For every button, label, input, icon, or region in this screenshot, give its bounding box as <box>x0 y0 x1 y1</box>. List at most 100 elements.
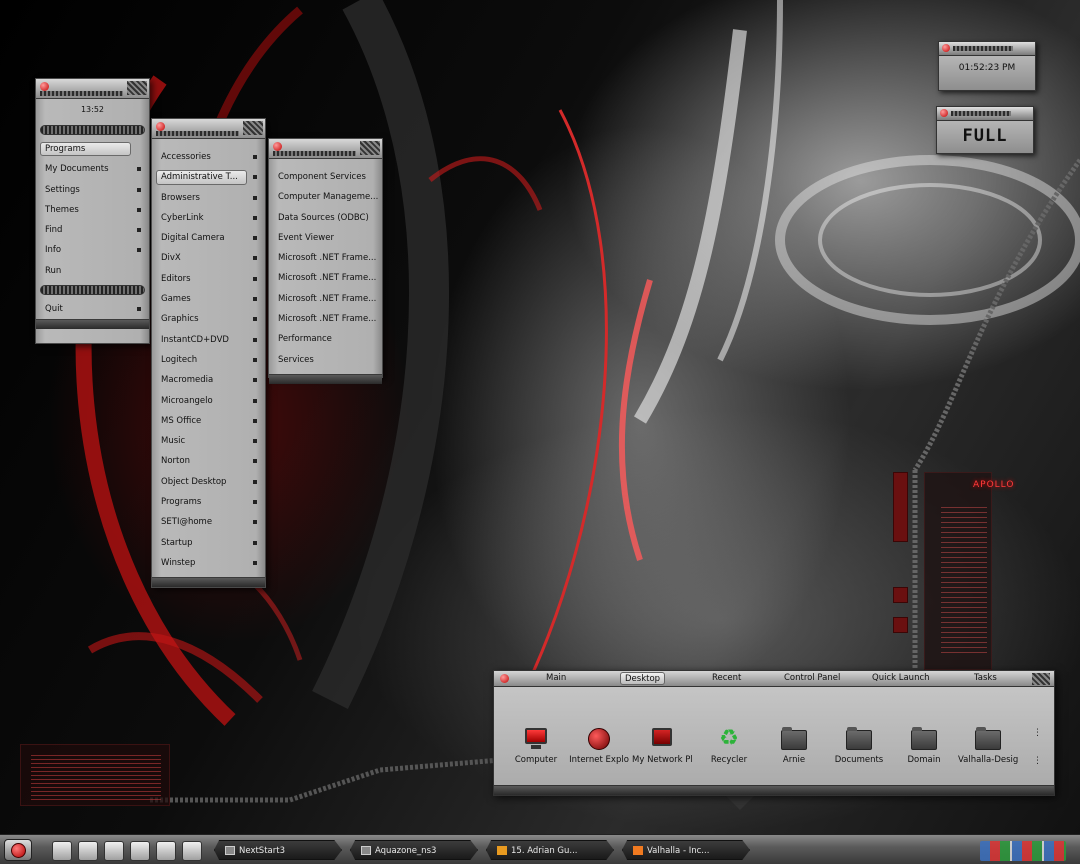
admin-menu-item[interactable]: Computer Manageme... <box>269 187 382 207</box>
programs-menu-item[interactable]: Winstep <box>152 553 265 573</box>
desktop-icon-domain[interactable]: Domain <box>894 727 954 765</box>
tab-tasks[interactable]: Tasks <box>970 672 1001 685</box>
programs-menu-item[interactable]: Administrative T... <box>152 167 265 187</box>
submenu-arrow-icon <box>137 187 141 192</box>
programs-menu-item[interactable]: Startup <box>152 533 265 553</box>
taskbar: NextStart3 Aquazone_ns3 15. Adrian Gu...… <box>0 834 1080 864</box>
winamp-icon <box>497 846 507 855</box>
programs-menu-item[interactable]: DivX <box>152 248 265 268</box>
menu-item-themes[interactable]: Themes <box>36 200 149 220</box>
desktop-icon-documents[interactable]: Documents <box>829 727 889 765</box>
admin-menu-titlebar[interactable] <box>269 139 382 159</box>
submenu-arrow-icon <box>253 236 257 241</box>
programs-menu-item[interactable]: Norton <box>152 451 265 471</box>
menu-item-settings[interactable]: Settings <box>36 180 149 200</box>
apollo-button-2[interactable] <box>893 617 908 633</box>
admin-menu-item[interactable]: Microsoft .NET Frame... <box>269 309 382 329</box>
programs-menu-item[interactable]: Microangelo <box>152 391 265 411</box>
tab-desktop[interactable]: Desktop <box>620 672 666 685</box>
programs-menu-item[interactable]: InstantCD+DVD <box>152 330 265 350</box>
quicklaunch-media-icon[interactable] <box>130 841 150 861</box>
menu-item-run[interactable]: Run <box>36 261 149 281</box>
programs-menu-item[interactable]: Games <box>152 289 265 309</box>
programs-menu-item[interactable]: SETI@home <box>152 512 265 532</box>
desktop-icon-my-network[interactable]: My Network Pl <box>632 728 692 765</box>
programs-menu-item[interactable]: Macromedia <box>152 370 265 390</box>
menu-item-find[interactable]: Find <box>36 220 149 240</box>
programs-menu-item[interactable]: Graphics <box>152 309 265 329</box>
menu-separator <box>40 125 145 135</box>
quicklaunch-document-icon[interactable] <box>182 841 202 861</box>
programs-menu-list: Accessories Administrative T... Browsers Cy… <box>152 147 265 573</box>
programs-menu-item[interactable]: Editors <box>152 269 265 289</box>
programs-menu: Accessories Administrative T... Browsers Cy… <box>151 118 266 588</box>
submenu-arrow-icon <box>253 520 257 525</box>
menu-item-my-documents[interactable]: My Documents <box>36 159 149 179</box>
tab-main[interactable]: Main <box>542 672 570 685</box>
submenu-arrow-icon <box>253 459 257 464</box>
quicklaunch-network-icon[interactable] <box>156 841 176 861</box>
programs-menu-item[interactable]: Digital Camera <box>152 228 265 248</box>
start-orb-icon <box>11 843 26 858</box>
menu-item-quit[interactable]: Quit <box>36 299 149 319</box>
quicklaunch-tool-icon[interactable] <box>104 841 124 861</box>
apollo-bars <box>893 472 908 642</box>
desktop-icon-arnie[interactable]: Arnie <box>764 727 824 765</box>
menu-close-icon[interactable] <box>273 142 282 151</box>
clock-widget[interactable]: 01:52:23 PM <box>938 41 1036 91</box>
programs-menu-item[interactable]: Music <box>152 431 265 451</box>
programs-menu-item[interactable]: Programs <box>152 492 265 512</box>
scroll-up-icon[interactable]: ⋮ <box>1033 728 1042 738</box>
task-button-valhalla[interactable]: Valhalla - Inc... <box>622 840 750 860</box>
notch-icon <box>127 81 147 95</box>
apollo-button-1[interactable] <box>893 587 908 603</box>
admin-menu-item[interactable]: Performance <box>269 329 382 349</box>
admin-menu-item[interactable]: Data Sources (ODBC) <box>269 208 382 228</box>
clock-widget-titlebar[interactable] <box>939 42 1035 56</box>
quicklaunch-app-icon[interactable] <box>78 841 98 861</box>
system-tray[interactable] <box>980 841 1066 861</box>
desktop-icon-recycler[interactable]: ♻ Recycler <box>699 728 759 766</box>
menu-clock: 13:52 <box>80 105 105 114</box>
notch-icon <box>360 141 380 155</box>
quicklaunch-chrome-icon[interactable] <box>52 841 72 861</box>
main-menu-titlebar[interactable] <box>36 79 149 99</box>
task-button-nextstart3[interactable]: NextStart3 <box>214 840 342 860</box>
launcher-close-icon[interactable] <box>500 674 509 683</box>
admin-menu-item[interactable]: Microsoft .NET Frame... <box>269 289 382 309</box>
programs-menu-item[interactable]: CyberLink <box>152 208 265 228</box>
widget-close-icon[interactable] <box>942 44 950 52</box>
task-button-winamp[interactable]: 15. Adrian Gu... <box>486 840 614 860</box>
task-button-aquazone[interactable]: Aquazone_ns3 <box>350 840 478 860</box>
scroll-down-icon[interactable]: ⋮ <box>1033 756 1042 766</box>
desktop-icon-internet-explorer[interactable]: Internet Explo <box>569 728 629 765</box>
start-button[interactable] <box>4 839 32 861</box>
programs-menu-item[interactable]: Accessories <box>152 147 265 167</box>
full-widget-titlebar[interactable] <box>937 107 1033 121</box>
admin-menu-item[interactable]: Component Services <box>269 167 382 187</box>
menu-close-icon[interactable] <box>40 82 49 91</box>
tab-recent[interactable]: Recent <box>708 672 745 685</box>
programs-menu-item[interactable]: Logitech <box>152 350 265 370</box>
programs-menu-titlebar[interactable] <box>152 119 265 139</box>
admin-menu-item[interactable]: Microsoft .NET Frame... <box>269 248 382 268</box>
tab-quick-launch[interactable]: Quick Launch <box>868 672 934 685</box>
menu-close-icon[interactable] <box>156 122 165 131</box>
admin-menu-item[interactable]: Microsoft .NET Frame... <box>269 268 382 288</box>
desktop-icon-valhalla[interactable]: Valhalla-Desig <box>958 727 1018 765</box>
folder-icon <box>225 846 235 855</box>
programs-menu-item[interactable]: Object Desktop <box>152 472 265 492</box>
menu-item-programs[interactable]: Programs <box>36 139 149 159</box>
programs-menu-item[interactable]: MS Office <box>152 411 265 431</box>
tab-control-panel[interactable]: Control Panel <box>780 672 844 685</box>
widget-close-icon[interactable] <box>940 109 948 117</box>
submenu-arrow-icon <box>253 439 257 444</box>
apollo-title: APOLLO <box>973 480 1015 490</box>
full-widget[interactable]: FULL <box>936 106 1034 154</box>
desktop-icon-computer[interactable]: Computer <box>506 728 566 765</box>
submenu-arrow-icon <box>253 256 257 261</box>
programs-menu-item[interactable]: Browsers <box>152 188 265 208</box>
admin-menu-item[interactable]: Event Viewer <box>269 228 382 248</box>
menu-item-info[interactable]: Info <box>36 240 149 260</box>
admin-menu-item[interactable]: Services <box>269 350 382 370</box>
